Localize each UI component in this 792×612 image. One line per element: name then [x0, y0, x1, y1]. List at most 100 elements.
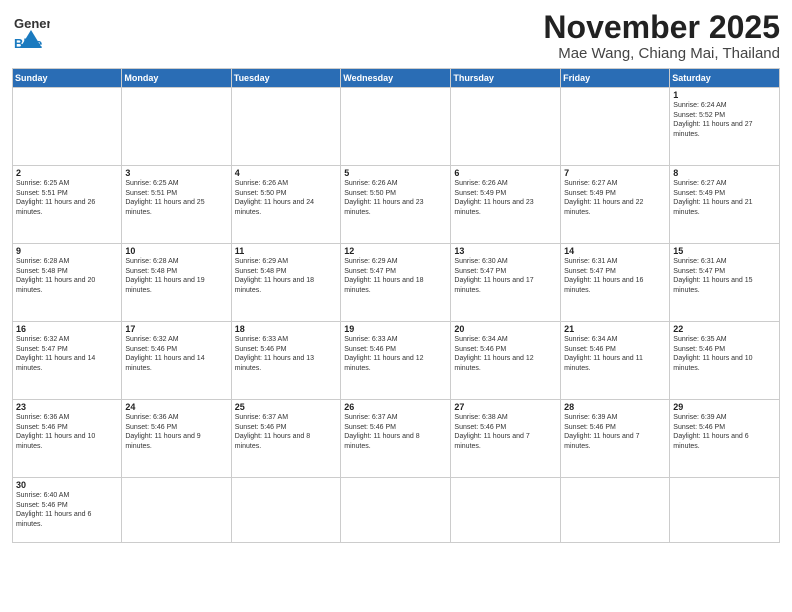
cell-date: 27: [454, 402, 557, 412]
cell-date: 7: [564, 168, 666, 178]
col-tuesday: Tuesday: [231, 69, 341, 88]
table-row: 24Sunrise: 6:36 AM Sunset: 5:46 PM Dayli…: [122, 400, 231, 478]
cell-info: Sunrise: 6:39 AM Sunset: 5:46 PM Dayligh…: [673, 413, 776, 451]
table-row: 11Sunrise: 6:29 AM Sunset: 5:48 PM Dayli…: [231, 244, 341, 322]
cell-info: Sunrise: 6:38 AM Sunset: 5:46 PM Dayligh…: [454, 413, 557, 451]
table-row: [670, 478, 780, 543]
cell-date: 24: [125, 402, 227, 412]
cell-date: 8: [673, 168, 776, 178]
cell-info: Sunrise: 6:33 AM Sunset: 5:46 PM Dayligh…: [235, 335, 338, 373]
cell-date: 4: [235, 168, 338, 178]
table-row: [451, 88, 561, 166]
logo: General Blue: [12, 10, 54, 48]
cell-info: Sunrise: 6:29 AM Sunset: 5:48 PM Dayligh…: [235, 257, 338, 295]
cell-date: 1: [673, 90, 776, 100]
cell-info: Sunrise: 6:34 AM Sunset: 5:46 PM Dayligh…: [454, 335, 557, 373]
cell-date: 17: [125, 324, 227, 334]
table-row: [122, 88, 231, 166]
table-row: 4Sunrise: 6:26 AM Sunset: 5:50 PM Daylig…: [231, 166, 341, 244]
table-row: [561, 478, 670, 543]
cell-date: 21: [564, 324, 666, 334]
col-saturday: Saturday: [670, 69, 780, 88]
svg-text:General: General: [14, 16, 50, 31]
table-row: [231, 88, 341, 166]
cell-info: Sunrise: 6:30 AM Sunset: 5:47 PM Dayligh…: [454, 257, 557, 295]
table-row: 6Sunrise: 6:26 AM Sunset: 5:49 PM Daylig…: [451, 166, 561, 244]
table-row: 3Sunrise: 6:25 AM Sunset: 5:51 PM Daylig…: [122, 166, 231, 244]
cell-date: 6: [454, 168, 557, 178]
table-row: 13Sunrise: 6:30 AM Sunset: 5:47 PM Dayli…: [451, 244, 561, 322]
col-thursday: Thursday: [451, 69, 561, 88]
cell-date: 15: [673, 246, 776, 256]
cell-info: Sunrise: 6:26 AM Sunset: 5:50 PM Dayligh…: [235, 179, 338, 217]
cell-info: Sunrise: 6:37 AM Sunset: 5:46 PM Dayligh…: [344, 413, 447, 451]
cell-info: Sunrise: 6:37 AM Sunset: 5:46 PM Dayligh…: [235, 413, 338, 451]
cell-date: 25: [235, 402, 338, 412]
calendar-week-row: 2Sunrise: 6:25 AM Sunset: 5:51 PM Daylig…: [13, 166, 780, 244]
cell-info: Sunrise: 6:24 AM Sunset: 5:52 PM Dayligh…: [673, 101, 776, 139]
cell-date: 12: [344, 246, 447, 256]
table-row: 1Sunrise: 6:24 AM Sunset: 5:52 PM Daylig…: [670, 88, 780, 166]
cell-date: 10: [125, 246, 227, 256]
cell-info: Sunrise: 6:40 AM Sunset: 5:46 PM Dayligh…: [16, 491, 118, 529]
cell-date: 13: [454, 246, 557, 256]
cell-date: 23: [16, 402, 118, 412]
cell-info: Sunrise: 6:31 AM Sunset: 5:47 PM Dayligh…: [564, 257, 666, 295]
cell-date: 11: [235, 246, 338, 256]
cell-date: 30: [16, 480, 118, 490]
table-row: 9Sunrise: 6:28 AM Sunset: 5:48 PM Daylig…: [13, 244, 122, 322]
cell-date: 5: [344, 168, 447, 178]
cell-date: 29: [673, 402, 776, 412]
cell-date: 18: [235, 324, 338, 334]
table-row: 29Sunrise: 6:39 AM Sunset: 5:46 PM Dayli…: [670, 400, 780, 478]
svg-text:Blue: Blue: [14, 36, 42, 48]
table-row: 2Sunrise: 6:25 AM Sunset: 5:51 PM Daylig…: [13, 166, 122, 244]
table-row: 25Sunrise: 6:37 AM Sunset: 5:46 PM Dayli…: [231, 400, 341, 478]
cell-info: Sunrise: 6:25 AM Sunset: 5:51 PM Dayligh…: [125, 179, 227, 217]
cell-info: Sunrise: 6:35 AM Sunset: 5:46 PM Dayligh…: [673, 335, 776, 373]
table-row: 18Sunrise: 6:33 AM Sunset: 5:46 PM Dayli…: [231, 322, 341, 400]
table-row: 7Sunrise: 6:27 AM Sunset: 5:49 PM Daylig…: [561, 166, 670, 244]
cell-date: 9: [16, 246, 118, 256]
logo-icon: General Blue: [12, 10, 50, 48]
table-row: 22Sunrise: 6:35 AM Sunset: 5:46 PM Dayli…: [670, 322, 780, 400]
cell-info: Sunrise: 6:32 AM Sunset: 5:47 PM Dayligh…: [16, 335, 118, 373]
cell-info: Sunrise: 6:28 AM Sunset: 5:48 PM Dayligh…: [125, 257, 227, 295]
cell-date: 22: [673, 324, 776, 334]
cell-info: Sunrise: 6:27 AM Sunset: 5:49 PM Dayligh…: [564, 179, 666, 217]
cell-date: 3: [125, 168, 227, 178]
cell-info: Sunrise: 6:28 AM Sunset: 5:48 PM Dayligh…: [16, 257, 118, 295]
col-monday: Monday: [122, 69, 231, 88]
table-row: 26Sunrise: 6:37 AM Sunset: 5:46 PM Dayli…: [341, 400, 451, 478]
table-row: 10Sunrise: 6:28 AM Sunset: 5:48 PM Dayli…: [122, 244, 231, 322]
cell-info: Sunrise: 6:36 AM Sunset: 5:46 PM Dayligh…: [125, 413, 227, 451]
cell-info: Sunrise: 6:32 AM Sunset: 5:46 PM Dayligh…: [125, 335, 227, 373]
table-row: [341, 88, 451, 166]
calendar-week-row: 1Sunrise: 6:24 AM Sunset: 5:52 PM Daylig…: [13, 88, 780, 166]
month-title: November 2025: [543, 10, 780, 45]
cell-info: Sunrise: 6:25 AM Sunset: 5:51 PM Dayligh…: [16, 179, 118, 217]
cell-info: Sunrise: 6:36 AM Sunset: 5:46 PM Dayligh…: [16, 413, 118, 451]
table-row: [341, 478, 451, 543]
cell-info: Sunrise: 6:26 AM Sunset: 5:50 PM Dayligh…: [344, 179, 447, 217]
cell-info: Sunrise: 6:26 AM Sunset: 5:49 PM Dayligh…: [454, 179, 557, 217]
calendar-header-row: Sunday Monday Tuesday Wednesday Thursday…: [13, 69, 780, 88]
cell-info: Sunrise: 6:29 AM Sunset: 5:47 PM Dayligh…: [344, 257, 447, 295]
table-row: 16Sunrise: 6:32 AM Sunset: 5:47 PM Dayli…: [13, 322, 122, 400]
table-row: 28Sunrise: 6:39 AM Sunset: 5:46 PM Dayli…: [561, 400, 670, 478]
cell-date: 26: [344, 402, 447, 412]
cell-info: Sunrise: 6:27 AM Sunset: 5:49 PM Dayligh…: [673, 179, 776, 217]
table-row: [561, 88, 670, 166]
table-row: 19Sunrise: 6:33 AM Sunset: 5:46 PM Dayli…: [341, 322, 451, 400]
calendar-week-row: 30Sunrise: 6:40 AM Sunset: 5:46 PM Dayli…: [13, 478, 780, 543]
calendar-week-row: 23Sunrise: 6:36 AM Sunset: 5:46 PM Dayli…: [13, 400, 780, 478]
title-block: November 2025 Mae Wang, Chiang Mai, Thai…: [543, 10, 780, 62]
table-row: 15Sunrise: 6:31 AM Sunset: 5:47 PM Dayli…: [670, 244, 780, 322]
header: General Blue November 2025 Mae Wang, Chi…: [12, 10, 780, 62]
table-row: 30Sunrise: 6:40 AM Sunset: 5:46 PM Dayli…: [13, 478, 122, 543]
table-row: [122, 478, 231, 543]
col-wednesday: Wednesday: [341, 69, 451, 88]
table-row: 8Sunrise: 6:27 AM Sunset: 5:49 PM Daylig…: [670, 166, 780, 244]
table-row: 5Sunrise: 6:26 AM Sunset: 5:50 PM Daylig…: [341, 166, 451, 244]
table-row: [231, 478, 341, 543]
